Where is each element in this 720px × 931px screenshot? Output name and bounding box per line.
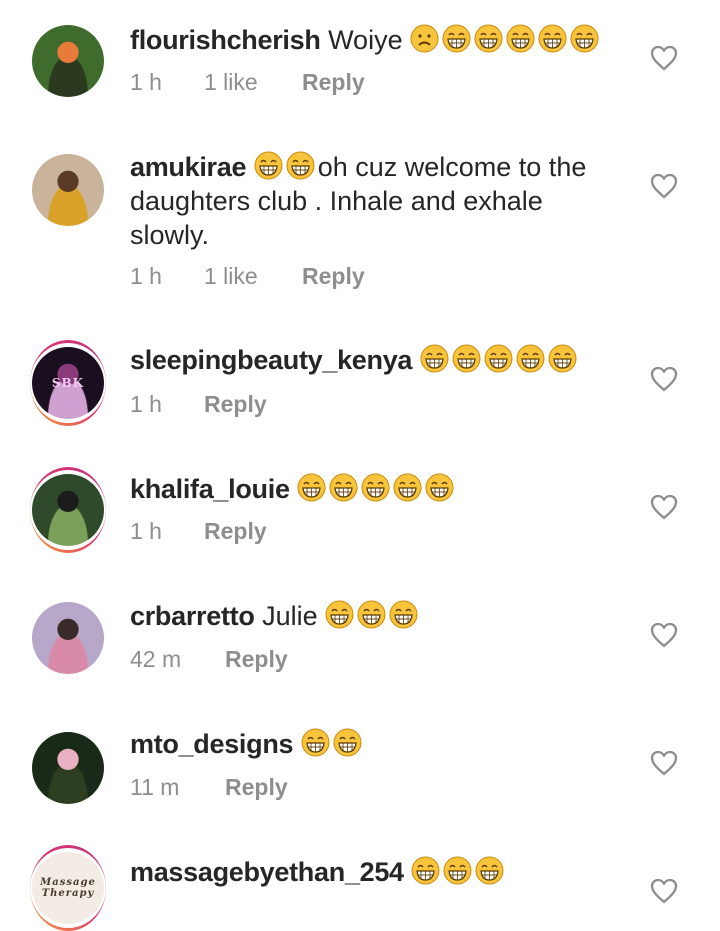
reply-button[interactable]: Reply (302, 263, 365, 290)
comment-body: crbarretto Julie (130, 599, 630, 633)
avatar[interactable] (30, 730, 106, 806)
heart-icon[interactable] (650, 45, 678, 71)
heart-icon[interactable] (650, 366, 678, 392)
grinning-face-emoji-icon (329, 473, 358, 502)
emoji-row (254, 151, 318, 182)
emoji-row (301, 728, 365, 759)
comment-item: SBK sleepingbeauty_kenya 1 h Reply (0, 330, 720, 460)
grinning-face-emoji-icon (475, 856, 504, 885)
comment-body: flourishcherish Woiye (130, 23, 630, 57)
grinning-face-emoji-icon (297, 473, 326, 502)
comment-body: khalifa_louie (130, 472, 630, 506)
grinning-face-emoji-icon (538, 24, 567, 53)
avatar[interactable] (30, 467, 106, 553)
grinning-face-emoji-icon (357, 600, 386, 629)
grinning-face-emoji-icon (570, 24, 599, 53)
grinning-face-emoji-icon (452, 344, 481, 373)
comment-body: sleepingbeauty_kenya (130, 343, 630, 377)
comment-username[interactable]: massagebyethan_254 (130, 857, 404, 887)
comment-username[interactable]: amukirae (130, 152, 246, 182)
avatar-image[interactable]: Massage Therapy (32, 852, 104, 924)
comment-time: 11 m (130, 774, 180, 800)
reply-button[interactable]: Reply (204, 518, 267, 545)
avatar-image[interactable] (32, 602, 104, 674)
comment-item: Massage Therapy massagebyethan_254 (0, 844, 720, 931)
grinning-face-emoji-icon (333, 728, 362, 757)
grinning-face-emoji-icon (420, 344, 449, 373)
emoji-row (410, 24, 602, 55)
emoji-row (325, 600, 421, 631)
avatar[interactable]: Massage Therapy (30, 845, 106, 931)
grinning-face-emoji-icon (516, 344, 545, 373)
avatar[interactable]: SBK (30, 340, 106, 426)
comment-body: mto_designs (130, 727, 630, 761)
comment-username[interactable]: flourishcherish (130, 25, 321, 55)
comment-username[interactable]: crbarretto (130, 601, 255, 631)
comment-time: 1 h (130, 69, 162, 95)
avatar-image[interactable] (32, 25, 104, 97)
avatar-image[interactable] (32, 474, 104, 546)
grinning-face-emoji-icon (548, 344, 577, 373)
heart-icon[interactable] (650, 173, 678, 199)
heart-icon[interactable] (650, 494, 678, 520)
grinning-face-emoji-icon (474, 24, 503, 53)
avatar[interactable] (30, 152, 106, 228)
heart-icon[interactable] (650, 878, 678, 904)
heart-icon[interactable] (650, 750, 678, 776)
grinning-face-emoji-icon (301, 728, 330, 757)
avatar-image[interactable] (32, 154, 104, 226)
sad-face-emoji-icon (410, 24, 439, 53)
avatar-image[interactable] (32, 732, 104, 804)
comment-item: mto_designs 11 m Reply (0, 716, 720, 844)
emoji-row (420, 344, 580, 375)
comment-time: 1 h (130, 263, 162, 289)
avatar-image[interactable]: SBK (32, 347, 104, 419)
grinning-face-emoji-icon (425, 473, 454, 502)
comment-item: khalifa_louie 1 h Reply (0, 460, 720, 588)
comment-likes[interactable]: 1 like (204, 69, 302, 96)
grinning-face-emoji-icon (361, 473, 390, 502)
avatar-logo-text: Massage Therapy (40, 877, 96, 899)
comment-text: Julie (262, 601, 318, 631)
comment-meta: 1 h Reply (130, 518, 267, 545)
reply-button[interactable]: Reply (225, 646, 288, 673)
emoji-row (297, 473, 457, 504)
grinning-face-emoji-icon (254, 151, 283, 180)
avatar[interactable] (30, 600, 106, 676)
comment-text: Woiye (328, 25, 403, 55)
comment-meta: 1 h 1 like Reply (130, 263, 365, 290)
comment-meta: 42 m Reply (130, 646, 288, 673)
reply-button[interactable]: Reply (225, 774, 288, 801)
comment-meta: 1 h Reply (130, 391, 267, 418)
grinning-face-emoji-icon (484, 344, 513, 373)
comment-username[interactable]: khalifa_louie (130, 474, 290, 504)
grinning-face-emoji-icon (411, 856, 440, 885)
comment-time: 42 m (130, 646, 182, 672)
comment-item: flourishcherish Woiye 1 h 1 like Reply (0, 0, 720, 130)
comment-body: massagebyethan_254 (130, 855, 630, 889)
comment-body: amukirae oh cuz welcome to the daughters… (130, 150, 620, 252)
comment-likes[interactable]: 1 like (204, 263, 302, 290)
grinning-face-emoji-icon (325, 600, 354, 629)
comment-item: amukirae oh cuz welcome to the daughters… (0, 130, 720, 330)
heart-icon[interactable] (650, 622, 678, 648)
avatar[interactable] (30, 23, 106, 99)
grinning-face-emoji-icon (286, 151, 315, 180)
comment-username[interactable]: mto_designs (130, 729, 294, 759)
grinning-face-emoji-icon (389, 600, 418, 629)
grinning-face-emoji-icon (393, 473, 422, 502)
comment-time: 1 h (130, 391, 162, 417)
grinning-face-emoji-icon (506, 24, 535, 53)
emoji-row (411, 856, 507, 887)
grinning-face-emoji-icon (443, 856, 472, 885)
reply-button[interactable]: Reply (302, 69, 365, 96)
avatar-logo-text: SBK (51, 375, 85, 390)
reply-button[interactable]: Reply (204, 391, 267, 418)
comment-meta: 11 m Reply (130, 774, 288, 801)
comment-username[interactable]: sleepingbeauty_kenya (130, 345, 412, 375)
grinning-face-emoji-icon (442, 24, 471, 53)
comment-meta: 1 h 1 like Reply (130, 69, 365, 96)
comment-time: 1 h (130, 518, 162, 544)
comment-item: crbarretto Julie 42 m Reply (0, 588, 720, 716)
